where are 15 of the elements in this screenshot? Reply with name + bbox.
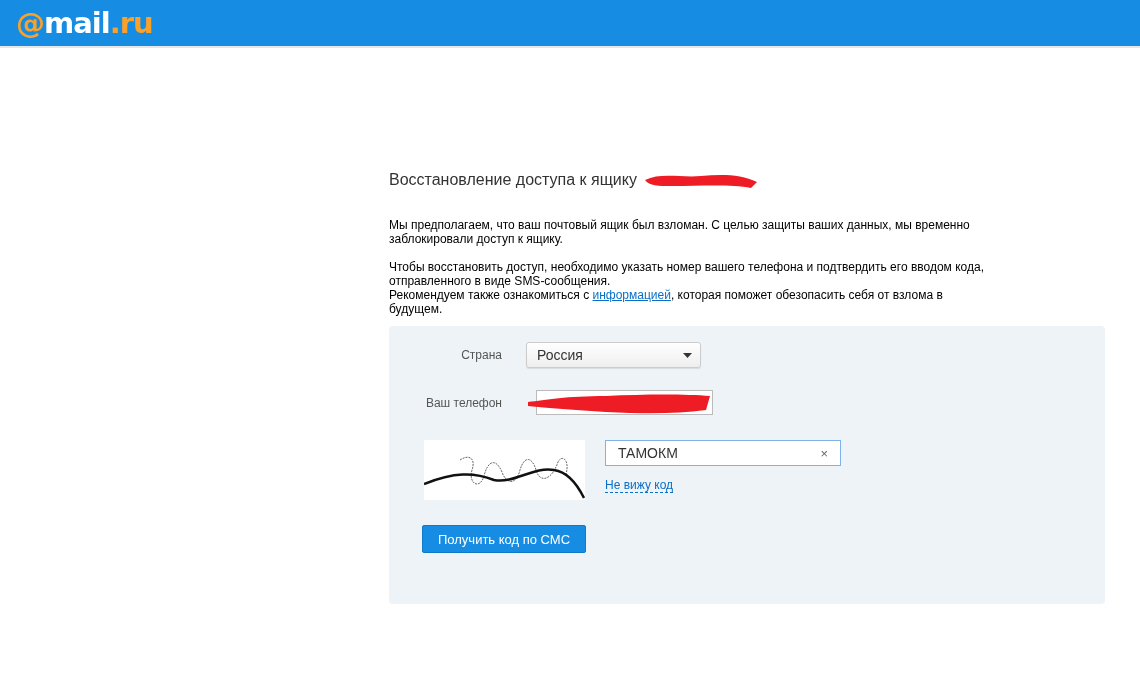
get-code-button[interactable]: Получить код по СМС [422,525,587,553]
info-paragraph: Мы предполагаем, что ваш почтовый ящик был взломан. С целью защиты ваших данных, мы временно заблокировали доступ к ящику. [389,218,971,246]
page-title: Восстановление доступа к ящику [389,171,637,189]
clear-icon[interactable]: × [820,445,828,461]
captcha-help-link[interactable]: Не вижу код [605,478,674,493]
caret-icon [683,352,692,358]
country-select[interactable]: Россия [526,342,701,368]
info-link[interactable]: информацией [592,288,671,302]
info-paragraph: Чтобы восстановить доступ, необходимо указать номер вашего телефона и подтвердить его вводом кода, отправленного в виде SMS-сообщения. [389,260,985,288]
field-label: Ваш телефон [424,395,502,410]
field-label: Страна [460,348,502,362]
mail-logo[interactable]: @mail.ru [16,8,153,38]
info-paragraph: Рекомендуем также ознакомиться с информацией, которая поможет обезопасить себя от взлома в будущем. [389,288,944,316]
captcha-input[interactable]: ТАМОКМ × [605,440,841,466]
phone-field[interactable] [526,390,713,415]
